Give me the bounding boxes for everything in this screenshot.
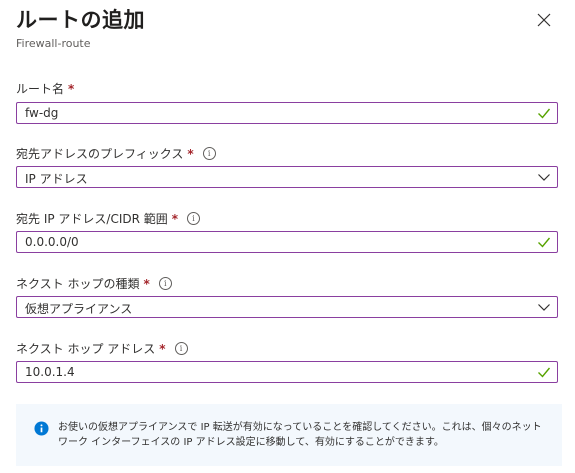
next-hop-address-field[interactable] (16, 361, 558, 383)
route-name-label: ルート名 * (16, 80, 74, 97)
required-marker: * (159, 341, 166, 356)
info-circle-icon (34, 421, 49, 436)
chevron-down-icon (538, 304, 550, 311)
dest-ip-label-text: 宛先 IP アドレス/CIDR 範囲 (16, 212, 168, 226)
next-hop-type-label-text: ネクスト ホップの種類 (16, 277, 140, 291)
check-icon (538, 237, 551, 248)
required-marker: * (171, 211, 179, 226)
next-hop-address-label-text: ネクスト ホップ アドレス (16, 342, 156, 356)
info-banner-text: お使いの仮想アプライアンスで IP 転送が有効になっていることを確認してください… (58, 422, 542, 448)
panel-title: ルートの追加 (16, 8, 145, 32)
next-hop-type-selected: 仮想アプライアンス (25, 302, 133, 316)
close-icon (537, 13, 551, 27)
next-hop-type-label: ネクスト ホップの種類 * i (16, 275, 172, 292)
route-name-field[interactable] (16, 102, 558, 124)
address-prefix-dropdown[interactable]: IP アドレス (16, 166, 558, 188)
required-marker: * (187, 146, 194, 161)
route-name-label-text: ルート名 (16, 82, 65, 96)
address-prefix-label-text: 宛先アドレスのプレフィックス (16, 147, 184, 161)
next-hop-address-label: ネクスト ホップ アドレス * i (16, 340, 188, 357)
required-marker: * (68, 81, 75, 96)
check-icon (538, 108, 551, 119)
next-hop-type-dropdown[interactable]: 仮想アプライアンス (16, 296, 558, 318)
check-icon (538, 367, 551, 378)
dest-ip-label: 宛先 IP アドレス/CIDR 範囲 * i (16, 210, 201, 227)
info-banner: お使いの仮想アプライアンスで IP 転送が有効になっていることを確認してください… (16, 404, 562, 466)
dest-ip-field[interactable] (16, 231, 558, 253)
info-icon[interactable]: i (202, 147, 216, 160)
info-icon[interactable]: i (174, 342, 188, 355)
address-prefix-selected: IP アドレス (25, 172, 88, 186)
close-button[interactable] (532, 8, 556, 32)
panel-subtitle: Firewall-route (16, 37, 91, 50)
chevron-down-icon (538, 174, 550, 181)
info-icon[interactable]: i (187, 212, 201, 225)
address-prefix-label: 宛先アドレスのプレフィックス * i (16, 145, 216, 162)
route-name-input[interactable] (25, 105, 505, 121)
required-marker: * (143, 276, 150, 291)
dest-ip-input[interactable] (25, 234, 505, 250)
next-hop-address-input[interactable] (25, 364, 505, 380)
info-icon[interactable]: i (158, 277, 172, 290)
